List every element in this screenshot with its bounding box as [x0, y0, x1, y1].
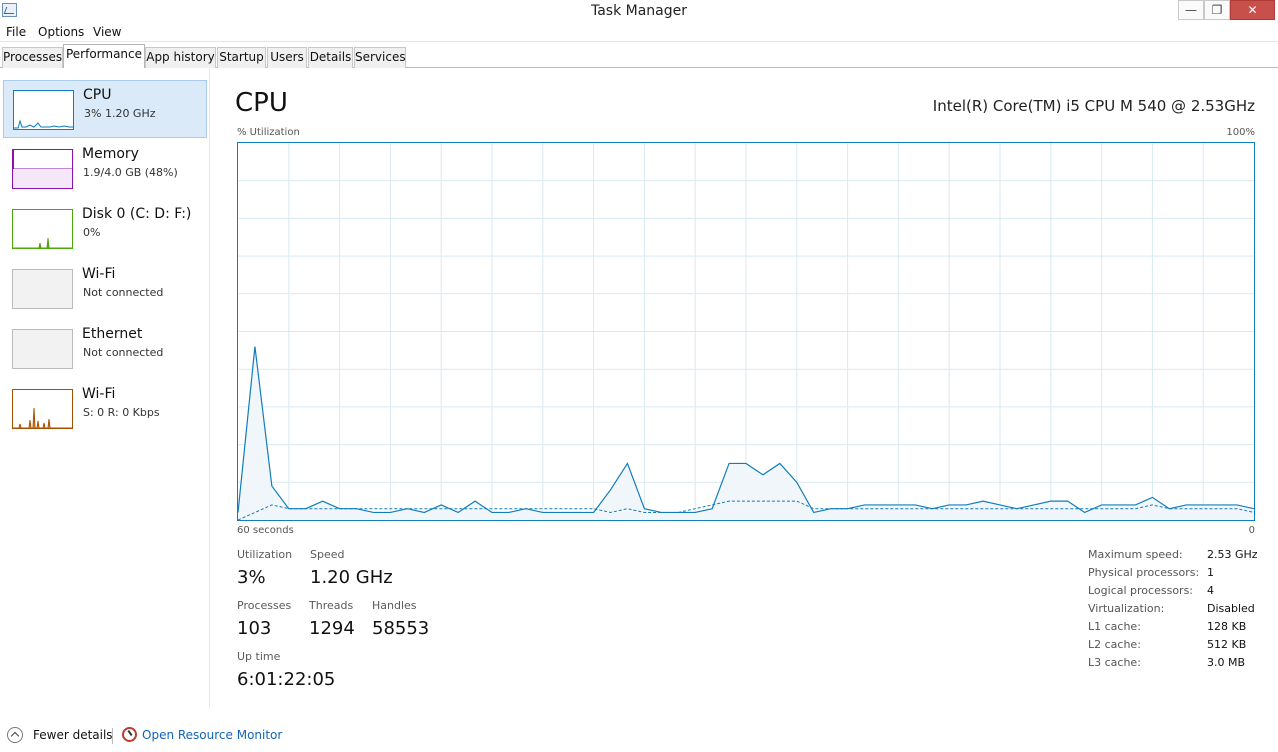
sidebar-item-sub: 0%	[83, 226, 101, 239]
uptime-value: 6:01:22:05	[237, 669, 336, 690]
sidebar-item-sub: 1.9/4.0 GB (48%)	[83, 166, 178, 179]
title-bar: Task Manager — ❐ ✕	[0, 0, 1278, 22]
sidebar-item-ethernet[interactable]: Ethernet Not connected	[3, 320, 207, 378]
threads-value: 1294	[309, 618, 355, 639]
close-button[interactable]: ✕	[1230, 0, 1275, 20]
sidebar-item-cpu[interactable]: CPU 3% 1.20 GHz	[3, 80, 207, 138]
chevron-up-icon[interactable]	[7, 727, 23, 743]
y-axis-max-label: 100%	[1226, 127, 1255, 138]
sidebar-item-label: Memory	[82, 146, 139, 162]
tab-details[interactable]: Details	[308, 47, 353, 68]
x-axis-right-label: 0	[1248, 525, 1255, 536]
info-value: 128 KB	[1207, 620, 1247, 633]
tab-services[interactable]: Services	[354, 47, 406, 68]
processes-label: Processes	[237, 599, 292, 612]
tab-users[interactable]: Users	[267, 47, 307, 68]
wifi-thumbnail-graph	[12, 269, 73, 309]
sidebar-item-label: Disk 0 (C: D: F:)	[82, 206, 192, 222]
tab-app-history[interactable]: App history	[145, 47, 216, 68]
info-value: 3.0 MB	[1207, 656, 1246, 669]
info-label: L2 cache:	[1088, 638, 1141, 651]
utilization-label: Utilization	[237, 548, 293, 561]
info-label: Logical processors:	[1088, 584, 1194, 597]
disk-thumbnail-graph	[12, 209, 73, 249]
tab-startup[interactable]: Startup	[217, 47, 266, 68]
info-value: 2.53 GHz	[1207, 548, 1258, 561]
cpu-model: Intel(R) Core(TM) i5 CPU M 540 @ 2.53GHz	[932, 97, 1255, 115]
sidebar-item-sub: Not connected	[83, 346, 164, 359]
menu-file[interactable]: File	[6, 25, 26, 39]
sidebar-item-label: CPU	[83, 87, 112, 103]
y-axis-label: % Utilization	[237, 127, 300, 138]
divider	[112, 728, 113, 744]
sidebar-item-wifi-disconnected[interactable]: Wi-Fi Not connected	[3, 260, 207, 318]
sidebar-item-sub: S: 0 R: 0 Kbps	[83, 406, 160, 419]
menu-bar: File Options View	[0, 24, 1278, 42]
handles-value: 58553	[372, 618, 430, 639]
info-value: 512 KB	[1207, 638, 1247, 651]
tab-processes[interactable]: Processes	[2, 47, 63, 68]
info-value: 1	[1207, 566, 1214, 579]
menu-options[interactable]: Options	[38, 25, 84, 39]
tab-performance[interactable]: Performance	[63, 44, 145, 68]
sidebar-item-sub: Not connected	[83, 286, 164, 299]
info-value: 4	[1207, 584, 1214, 597]
restore-button[interactable]: ❐	[1204, 0, 1230, 20]
info-label: L3 cache:	[1088, 656, 1141, 669]
utilization-value: 3%	[237, 567, 266, 588]
speed-label: Speed	[310, 548, 345, 561]
footer: Fewer details Open Resource Monitor	[0, 720, 1278, 752]
uptime-label: Up time	[237, 650, 281, 663]
sidebar-item-memory[interactable]: Memory 1.9/4.0 GB (48%)	[3, 140, 207, 198]
sidebar-item-label: Wi-Fi	[82, 266, 116, 282]
page-title: CPU	[235, 88, 288, 118]
handles-label: Handles	[372, 599, 417, 612]
window-title: Task Manager	[590, 3, 688, 19]
resource-sidebar: CPU 3% 1.20 GHz Memory 1.9/4.0 GB (48%) …	[0, 69, 210, 709]
sidebar-item-label: Ethernet	[82, 326, 143, 342]
x-axis-left-label: 60 seconds	[237, 525, 294, 536]
info-label: Virtualization:	[1088, 602, 1165, 615]
info-label: L1 cache:	[1088, 620, 1141, 633]
ethernet-thumbnail-graph	[12, 329, 73, 369]
cpu-thumbnail-graph	[13, 90, 74, 130]
speed-value: 1.20 GHz	[310, 567, 393, 588]
info-label: Maximum speed:	[1088, 548, 1183, 561]
threads-label: Threads	[309, 599, 354, 612]
memory-thumbnail-graph	[12, 149, 73, 189]
minimize-button[interactable]: —	[1178, 0, 1204, 20]
resource-monitor-icon	[122, 727, 137, 742]
sidebar-item-wifi[interactable]: Wi-Fi S: 0 R: 0 Kbps	[3, 380, 207, 438]
processes-value: 103	[237, 618, 272, 639]
sidebar-item-label: Wi-Fi	[82, 386, 116, 402]
fewer-details-button[interactable]: Fewer details	[33, 728, 113, 742]
cpu-utilization-graph	[237, 142, 1255, 521]
cpu-graph-svg	[237, 143, 1255, 521]
wifi-active-thumbnail-graph	[12, 389, 73, 429]
tab-bar: Processes Performance App history Startu…	[0, 44, 1278, 68]
open-resource-monitor-link[interactable]: Open Resource Monitor	[142, 728, 282, 742]
sidebar-item-sub: 3% 1.20 GHz	[84, 107, 156, 120]
info-label: Physical processors:	[1088, 566, 1200, 579]
menu-view[interactable]: View	[93, 25, 121, 39]
info-value: Disabled	[1207, 602, 1255, 615]
sidebar-item-disk[interactable]: Disk 0 (C: D: F:) 0%	[3, 200, 207, 258]
